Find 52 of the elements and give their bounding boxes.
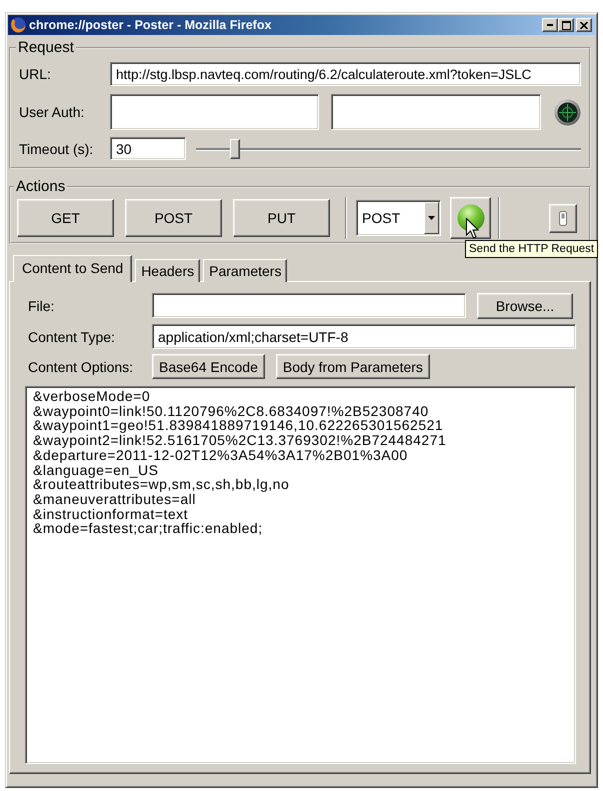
toggle-switch-icon <box>559 210 567 226</box>
body-textarea[interactable] <box>25 386 576 764</box>
content-options-label: Content Options: <box>27 358 134 374</box>
text-line: &waypoint2=link!52.5161705%2C13.3769302!%2B724484271 <box>33 433 446 448</box>
text-line: &waypoint1=geo!51.839841889719146,10.622265301562521 <box>33 418 444 434</box>
text-line: &language=en_US <box>33 462 158 478</box>
timeout-field[interactable]: 30 <box>110 137 186 160</box>
group-title: Actions <box>15 179 66 195</box>
url-field[interactable]: http://stg.lbsp.navteq.com/routing/6.2/calculateroute.xml?token=JSLC <box>110 62 581 86</box>
tab[interactable]: Parameters <box>203 259 288 282</box>
text-line: &instructionformat=text <box>33 506 188 522</box>
browser-logo-icon <box>10 17 26 33</box>
toggle-button[interactable] <box>549 204 577 232</box>
text-line: &waypoint0=link!50.1120796%2C8.6834097!%2B52308740 <box>33 404 429 418</box>
text-line: &departure=2011-12-02T12%3A54%3A17%2B01%3A00 <box>33 448 408 463</box>
close-button[interactable] <box>576 18 592 32</box>
close-icon <box>580 22 588 28</box>
method-button[interactable]: GET <box>17 199 114 237</box>
user-auth-label: User Auth: <box>19 104 86 120</box>
file-field[interactable] <box>152 293 466 318</box>
maximize-button[interactable] <box>558 18 574 32</box>
slider-thumb[interactable] <box>230 138 240 158</box>
maximize-icon <box>562 20 570 30</box>
tab[interactable]: Headers <box>135 259 200 282</box>
method-select[interactable]: POST <box>356 200 441 236</box>
minimize-button[interactable] <box>542 18 558 32</box>
window-title: chrome://poster - Poster - Mozilla Firefox <box>29 18 272 32</box>
content-type-field[interactable]: application/xml;charset=UTF-8 <box>152 324 576 349</box>
send-button[interactable] <box>450 197 491 239</box>
text-line: &maneuverattributes=all <box>33 492 196 507</box>
caret-icon <box>428 216 435 220</box>
text-line: &verboseMode=0 <box>33 389 150 404</box>
text-line: &mode=fastest;car;traffic:enabled; <box>33 521 263 536</box>
timeout-label: Timeout (s): <box>19 140 94 156</box>
tab[interactable]: Content to Send <box>13 255 132 282</box>
method-button[interactable]: POST <box>125 199 222 237</box>
method-button[interactable]: PUT <box>233 199 330 237</box>
auth-field[interactable] <box>110 94 319 130</box>
minimize-icon <box>547 24 553 26</box>
browse-button[interactable]: Browse... <box>477 292 573 318</box>
group-title: Request <box>17 40 75 56</box>
mouse-pointer-icon <box>466 218 479 239</box>
file-label: File: <box>27 298 56 314</box>
content-type-label: Content Type: <box>27 328 116 344</box>
timeout-slider[interactable] <box>196 138 581 158</box>
url-label: URL: <box>19 66 52 82</box>
indicator-light-icon <box>554 98 581 126</box>
text-line: &routeattributes=wp,sm,sc,sh,bb,lg,no <box>33 477 290 492</box>
auth-field[interactable] <box>331 94 541 130</box>
option-button[interactable]: Body from Parameters <box>276 354 430 379</box>
option-button[interactable]: Base64 Encode <box>152 354 265 379</box>
tooltip: Send the HTTP Request <box>465 240 598 258</box>
